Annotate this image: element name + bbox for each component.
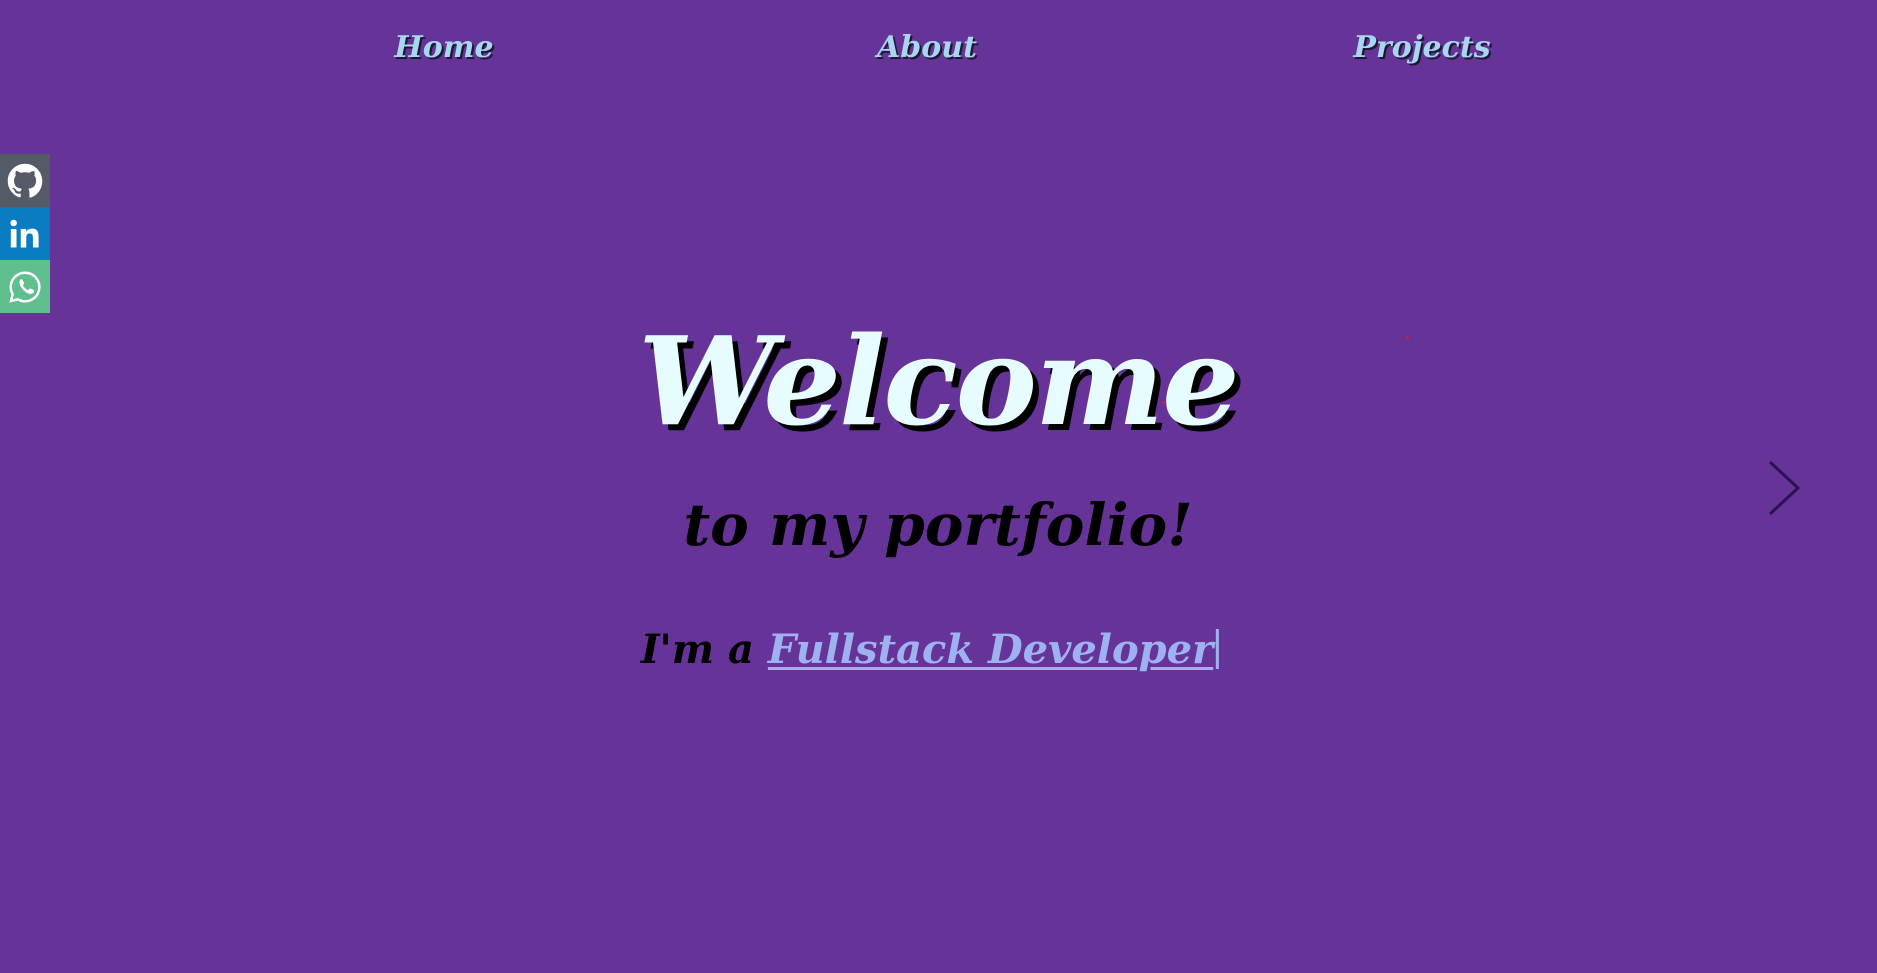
hero-subtitle: to my portfolio!	[683, 491, 1193, 559]
nav-link-home[interactable]: Home	[394, 30, 493, 65]
top-navigation: Home About Projects	[0, 30, 1877, 82]
chevron-right-icon[interactable]	[1766, 458, 1802, 518]
github-link[interactable]	[0, 154, 50, 207]
whatsapp-link[interactable]	[0, 260, 50, 313]
social-links-sidebar	[0, 154, 50, 313]
hero-role-line: I'm a Fullstack Developer	[640, 626, 1220, 673]
linkedin-link[interactable]	[0, 207, 50, 260]
role-prefix: I'm a	[640, 626, 768, 673]
whatsapp-icon	[9, 271, 41, 303]
nav-link-about[interactable]: About	[877, 30, 977, 65]
linkedin-icon	[10, 219, 39, 247]
github-icon	[7, 163, 43, 198]
hero-title: Welcome	[638, 309, 1239, 453]
decorative-dot	[1162, 401, 1165, 404]
role-typewriter-text: Fullstack Developer	[767, 626, 1214, 673]
nav-link-projects[interactable]: Projects	[1353, 30, 1490, 65]
typing-cursor	[1216, 629, 1220, 669]
decorative-dot	[1406, 336, 1409, 339]
